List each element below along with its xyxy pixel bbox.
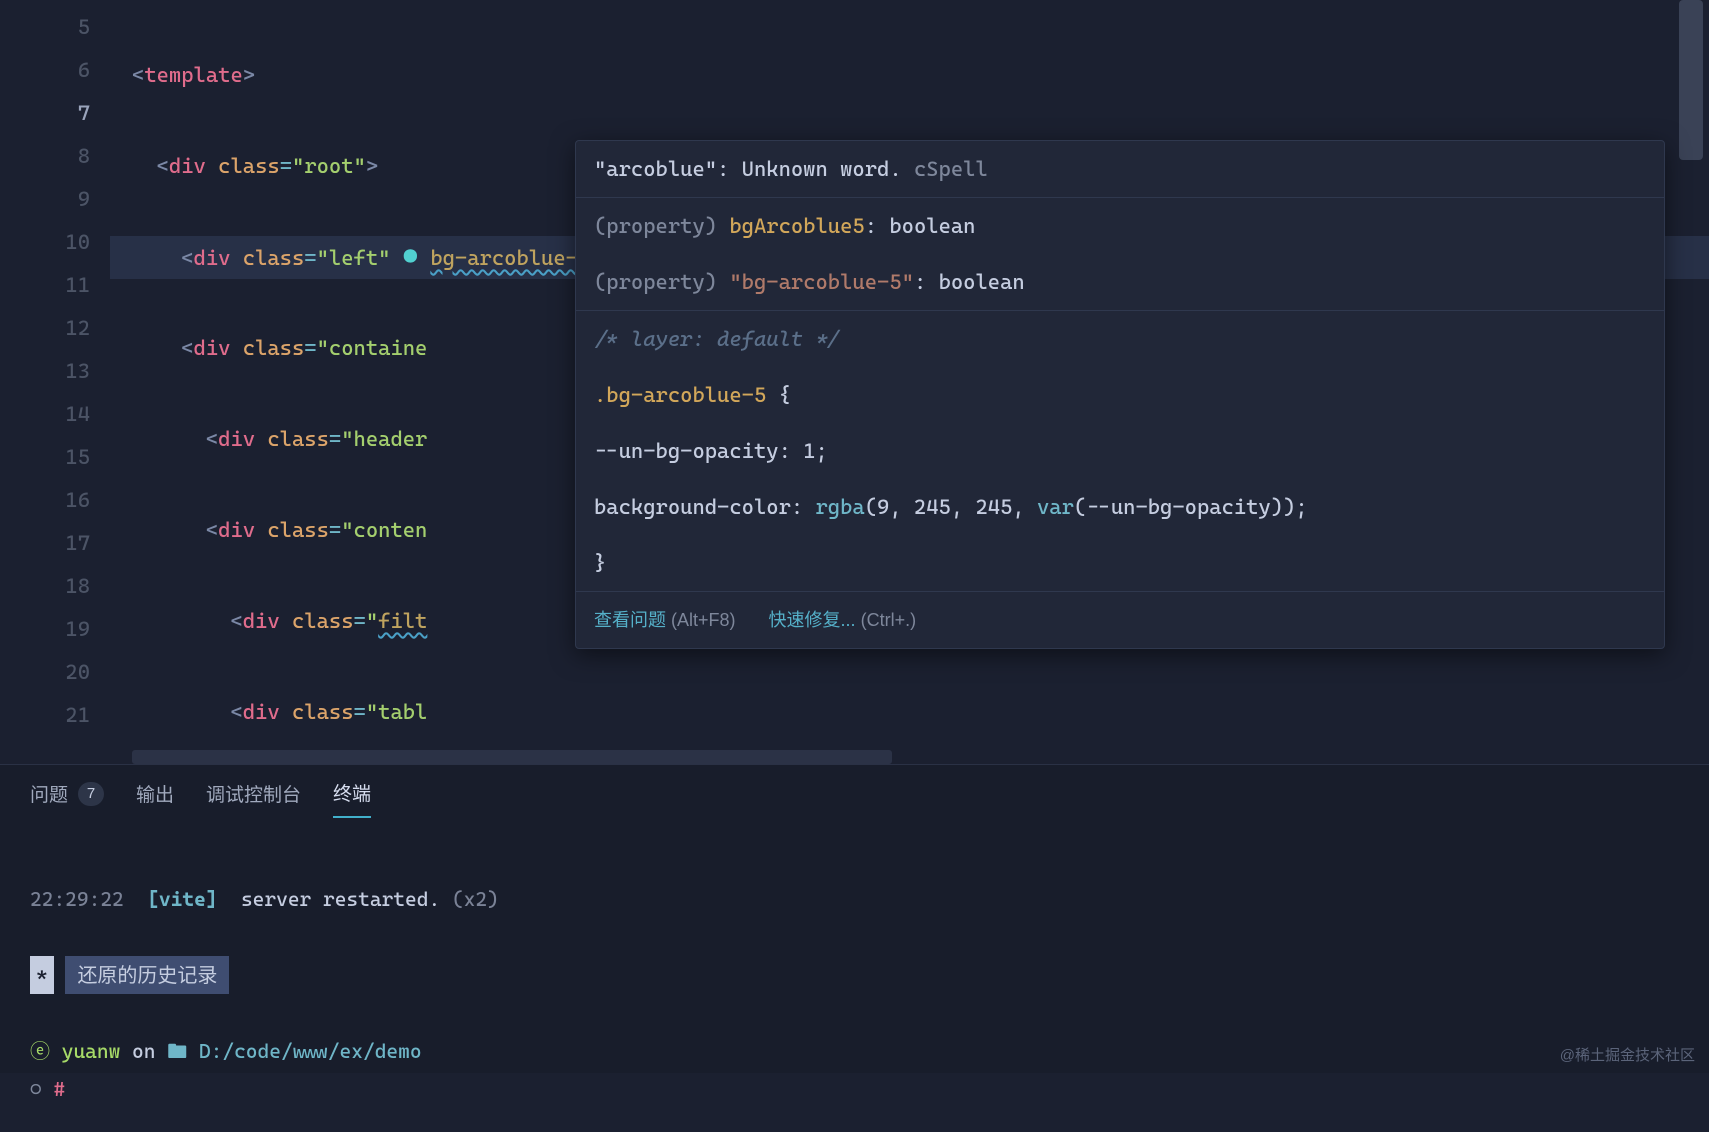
line-number: 20	[0, 651, 110, 694]
editor-area[interactable]: 5 6 7 8 9 10 11 12 13 14 15 16 17 18 19 …	[0, 0, 1709, 764]
line-number: 15	[0, 436, 110, 479]
history-label: 还原的历史记录	[65, 956, 229, 994]
attr-class: class	[243, 246, 305, 270]
tab-problems[interactable]: 问题7	[30, 780, 104, 817]
user-icon: ⓔ	[30, 1039, 50, 1063]
color-swatch-icon: ●	[403, 242, 418, 272]
vite-tag: [vite]	[147, 887, 217, 911]
repeat-count: (x2)	[452, 887, 499, 911]
tooltip-css: /* layer: default */	[576, 311, 1664, 367]
line-number: 7	[0, 92, 110, 135]
folder-icon: 🖿	[167, 1039, 187, 1063]
terminal-time: 22:29:22	[30, 887, 124, 911]
terminal-content[interactable]: 22:29:22 [vite] server restarted. (x2) *…	[0, 818, 1709, 1132]
tag-div: div	[194, 246, 231, 270]
tab-output[interactable]: 输出	[136, 780, 174, 817]
line-number: 5	[0, 6, 110, 49]
line-number: 11	[0, 264, 110, 307]
line-number: 16	[0, 479, 110, 522]
tooltip-property: (property) "bg-arcoblue-5": boolean	[576, 254, 1664, 310]
watermark: @稀土掘金技术社区	[1560, 1044, 1695, 1065]
vertical-scrollbar[interactable]	[1679, 0, 1703, 747]
bottom-panel: 问题7 输出 调试控制台 终端 22:29:22 [vite] server r…	[0, 764, 1709, 1073]
hover-tooltip[interactable]: "arcoblue": Unknown word. cSpell (proper…	[575, 140, 1665, 649]
history-star: *	[30, 956, 54, 994]
prompt-on: on	[132, 1039, 155, 1063]
problems-badge: 7	[78, 782, 104, 806]
tooltip-actions: 查看问题 (Alt+F8) 快速修复... (Ctrl+.)	[576, 592, 1664, 648]
prompt-status-icon: ○	[30, 1077, 42, 1101]
line-number: 13	[0, 350, 110, 393]
prompt-hash: #	[53, 1077, 65, 1101]
quick-fix-link[interactable]: 快速修复... (Ctrl+.)	[769, 610, 917, 630]
tag-template: template	[144, 63, 242, 87]
tooltip-diagnostic: "arcoblue": Unknown word. cSpell	[576, 141, 1664, 197]
tab-terminal[interactable]: 终端	[333, 779, 371, 818]
horizontal-scrollbar[interactable]	[132, 750, 892, 764]
line-number: 8	[0, 135, 110, 178]
server-message: server restarted.	[241, 887, 440, 911]
view-problem-link[interactable]: 查看问题 (Alt+F8)	[594, 610, 736, 630]
line-number: 17	[0, 522, 110, 565]
line-number: 9	[0, 178, 110, 221]
scrollbar-thumb[interactable]	[1679, 0, 1703, 160]
line-number: 14	[0, 393, 110, 436]
tooltip-property: (property) bgArcoblue5: boolean	[576, 198, 1664, 254]
tooltip-css: background-color: rgba(9, 245, 245, var(…	[576, 479, 1664, 535]
tag-div: div	[169, 154, 206, 178]
tooltip-css: }	[576, 535, 1664, 591]
attr-class: class	[218, 154, 280, 178]
line-number: 19	[0, 608, 110, 651]
line-number: 12	[0, 307, 110, 350]
prompt-user: yuanw	[62, 1039, 121, 1063]
prompt-path: D:/code/www/ex/demo	[199, 1039, 422, 1063]
tab-debug-console[interactable]: 调试控制台	[206, 780, 301, 817]
tooltip-css: --un-bg-opacity: 1;	[576, 423, 1664, 479]
line-number: 10	[0, 221, 110, 264]
panel-tabs: 问题7 输出 调试控制台 终端	[0, 765, 1709, 818]
line-number: 18	[0, 565, 110, 608]
line-number: 21	[0, 694, 110, 737]
attr-value-unknown: bg-arcoblue-5	[430, 246, 590, 270]
tooltip-css: .bg-arcoblue-5 {	[576, 367, 1664, 423]
line-number: 6	[0, 49, 110, 92]
gutter: 5 6 7 8 9 10 11 12 13 14 15 16 17 18 19 …	[0, 0, 110, 764]
